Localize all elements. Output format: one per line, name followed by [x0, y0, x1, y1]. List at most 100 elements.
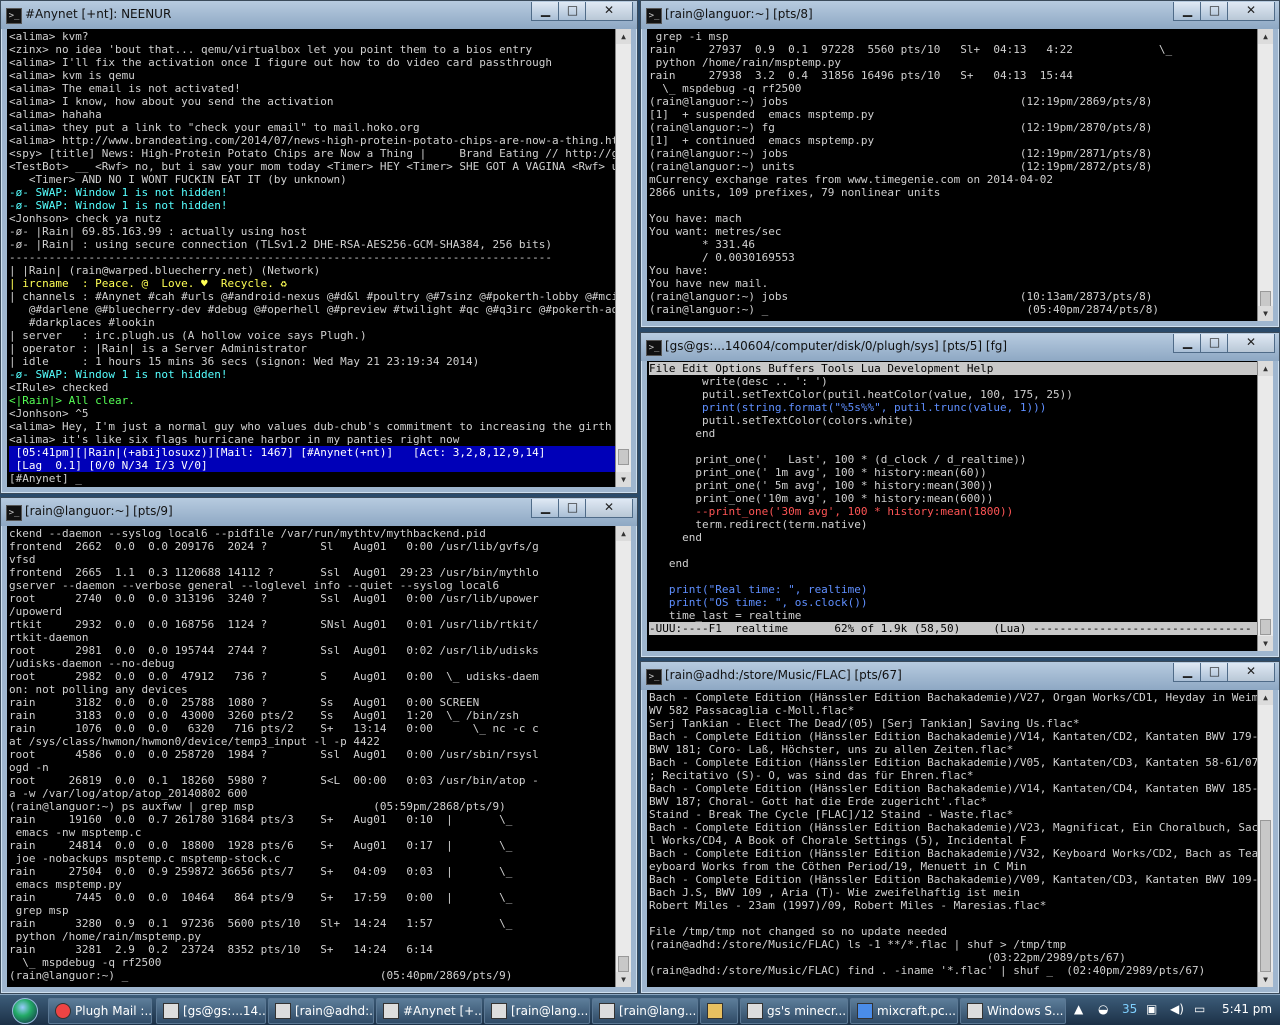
maximize-button[interactable]: □	[558, 499, 587, 518]
line: rain 19160 0.0 0.7 261780 31684 pts/3 S+…	[9, 813, 513, 826]
pts67-scrollbar[interactable]: ▲ ▼	[1257, 690, 1273, 987]
line: Bach - Complete Edition (Hänssler Editio…	[649, 847, 1257, 860]
close-button[interactable]: ✕	[1227, 334, 1275, 353]
line: <alima> The email is not activated!	[9, 82, 241, 95]
pts67-titlebar[interactable]: >_ [rain@adhd:/store/Music/FLAC] [pts/67…	[641, 662, 1279, 690]
line: rtkit 2932 0.0 0.0 168756 1124 ? SNsl Au…	[9, 618, 539, 631]
taskbar-item-minecraft[interactable]: gs's minecr...	[740, 998, 848, 1024]
pts9-scrollbar[interactable]: ▲ ▼	[615, 526, 631, 987]
scroll-down-arrow[interactable]: ▼	[616, 472, 631, 487]
emacs-terminal[interactable]: File Edit Options Buffers Tools Lua Deve…	[647, 361, 1273, 651]
tray-expand-icon[interactable]: ▲	[1074, 1002, 1083, 1016]
line: | operator : |Rain| is a Server Administ…	[9, 342, 308, 355]
close-button[interactable]: ✕	[1227, 663, 1275, 682]
irc-terminal[interactable]: <alima> kvm? <zinx> no idea 'bout that..…	[7, 29, 631, 487]
emacs-menubar[interactable]: File Edit Options Buffers Tools Lua Deve…	[649, 362, 1257, 375]
scroll-up-arrow[interactable]: ▲	[616, 29, 631, 44]
line: /udisks-daemon --no-debug	[9, 657, 175, 670]
clock[interactable]: 5:41 pm	[1222, 1002, 1272, 1016]
prompt-line[interactable]: (rain@languor:~) _ (05:40pm/2874/pts/8)	[649, 303, 1257, 316]
irc-titlebar[interactable]: >_ #Anynet [+nt]: NEENUR ▁ □ ✕	[1, 1, 637, 29]
terminal-icon: >_	[646, 669, 662, 685]
taskbar-item-gs[interactable]: [gs@gs:...14...	[156, 998, 266, 1024]
terminal-icon: >_	[6, 505, 22, 521]
minimize-button[interactable]: ▁	[1173, 334, 1202, 353]
start-button[interactable]	[4, 995, 42, 1025]
line: rain 3280 0.9 0.1 97236 5600 pts/10 Sl+ …	[9, 917, 513, 930]
taskbar-item-mixcraft[interactable]: mixcraft.pc...	[850, 998, 958, 1024]
scroll-down-arrow[interactable]: ▼	[616, 972, 631, 987]
display-icon[interactable]: ▭	[1194, 1002, 1205, 1016]
close-button[interactable]: ✕	[585, 499, 633, 518]
taskbar-item-anynet[interactable]: #Anynet [+...	[376, 998, 482, 1024]
maximize-button[interactable]: □	[1200, 2, 1229, 21]
scroll-thumb[interactable]	[618, 956, 629, 972]
irc-input-line[interactable]: [#Anynet] _	[9, 472, 615, 485]
emacs-scrollbar[interactable]: ▲ ▼	[1257, 361, 1273, 651]
close-button[interactable]: ✕	[1227, 2, 1275, 21]
volume-icon[interactable]: ◀)	[1170, 1002, 1184, 1016]
taskbar-item-label: [rain@lang...	[619, 1004, 697, 1018]
line: You have: mach	[649, 212, 742, 225]
tray-number[interactable]: 35	[1122, 1002, 1137, 1016]
scroll-thumb[interactable]	[1260, 820, 1271, 972]
minimize-button[interactable]: ▁	[531, 2, 560, 21]
minimize-button[interactable]: ▁	[531, 499, 560, 518]
scroll-thumb[interactable]	[1260, 291, 1271, 307]
terminal-icon: >_	[6, 8, 22, 24]
scroll-up-arrow[interactable]: ▲	[616, 526, 631, 541]
emacs-lines: File Edit Options Buffers Tools Lua Deve…	[649, 362, 1257, 635]
maximize-button[interactable]: □	[558, 2, 587, 21]
scroll-down-arrow[interactable]: ▼	[1258, 972, 1273, 987]
maximize-button[interactable]: □	[1200, 334, 1229, 353]
taskbar-item-languor-1[interactable]: [rain@lang...	[484, 998, 590, 1024]
line: python /home/rain/msptemp.py	[9, 930, 202, 943]
scroll-up-arrow[interactable]: ▲	[1258, 29, 1273, 44]
emacs-titlebar[interactable]: >_ [gs@gs:...140604/computer/disk/0/plug…	[641, 333, 1279, 361]
taskbar-item-windows-s[interactable]: Windows S...	[960, 998, 1066, 1024]
pts8-scrollbar[interactable]: ▲ ▼	[1257, 29, 1273, 321]
taskbar-item-label: [rain@lang...	[511, 1004, 589, 1018]
scroll-thumb[interactable]	[618, 449, 629, 465]
pts8-terminal[interactable]: grep -i msp rain 27937 0.9 0.1 97228 556…	[647, 29, 1273, 321]
scroll-down-arrow[interactable]: ▼	[1258, 636, 1273, 651]
irc-lines: <alima> kvm? <zinx> no idea 'bout that..…	[9, 30, 615, 485]
line: vfsd	[9, 553, 36, 566]
pts8-titlebar[interactable]: >_ [rain@languor:~] [pts/8] ▁ □ ✕	[641, 1, 1279, 29]
minimize-button[interactable]: ▁	[1173, 2, 1202, 21]
line: eyboard Works from the Cöthen Period/19,…	[649, 860, 1027, 873]
irc-lag-bar: [Lag 0.1] [0/0 N/34 I/3 V/0]	[9, 459, 615, 472]
terminal-icon	[275, 1002, 291, 1019]
taskbar-item-label: Windows S...	[987, 1004, 1064, 1018]
line: root 4586 0.0 0.0 258720 1984 ? Ssl Aug0…	[9, 748, 539, 761]
line: <Timer> AND NO I WONT FUCKIN EAT IT (by …	[9, 173, 347, 186]
code-line: time_last = realtime	[649, 609, 802, 622]
app-icon	[747, 1002, 763, 1019]
network-icon[interactable]: ▣	[1146, 1002, 1157, 1016]
minimize-button[interactable]: ▁	[1173, 663, 1202, 682]
line: -ø- SWAP: Window 1 is not hidden!	[9, 186, 228, 199]
prompt-line[interactable]: (rain@languor:~) _ (05:40pm/2869/pts/9)	[9, 969, 615, 982]
close-button[interactable]: ✕	[585, 2, 633, 21]
pts9-terminal[interactable]: ckend --daemon --syslog local6 --pidfile…	[7, 526, 631, 987]
taskbar-item-chrome[interactable]: Plugh Mail :...	[48, 998, 152, 1024]
drive-icon[interactable]: ◒	[1098, 1002, 1108, 1016]
prompt-line[interactable]: (rain@adhd:/store/Music/FLAC) find . -in…	[649, 964, 1257, 977]
taskbar-item-explorer[interactable]	[700, 998, 738, 1024]
line: ----------------------------------------…	[9, 251, 553, 264]
pts9-titlebar[interactable]: >_ [rain@languor:~] [pts/9] ▁ □ ✕	[1, 498, 637, 526]
line: at /sys/class/hwmon/hwmon0/device/temp3_…	[9, 735, 380, 748]
line: <spy> [title] News: High-Protein Potato …	[9, 147, 615, 160]
scroll-down-arrow[interactable]: ▼	[1258, 306, 1273, 321]
code-line: write(desc .. ': ')	[649, 375, 828, 388]
scroll-up-arrow[interactable]: ▲	[1258, 690, 1273, 705]
maximize-button[interactable]: □	[1200, 663, 1229, 682]
pts67-terminal[interactable]: Bach - Complete Edition (Hänssler Editio…	[647, 690, 1273, 987]
taskbar-item-adhd[interactable]: [rain@adhd:...	[268, 998, 374, 1024]
line: ogd -n	[9, 761, 49, 774]
taskbar-item-languor-2[interactable]: [rain@lang...	[592, 998, 698, 1024]
line: -ø- |Rain| 69.85.163.99 : actually using…	[9, 225, 308, 238]
irc-scrollbar[interactable]: ▲ ▼	[615, 29, 631, 487]
scroll-thumb[interactable]	[1260, 619, 1271, 635]
scroll-up-arrow[interactable]: ▲	[1258, 361, 1273, 376]
